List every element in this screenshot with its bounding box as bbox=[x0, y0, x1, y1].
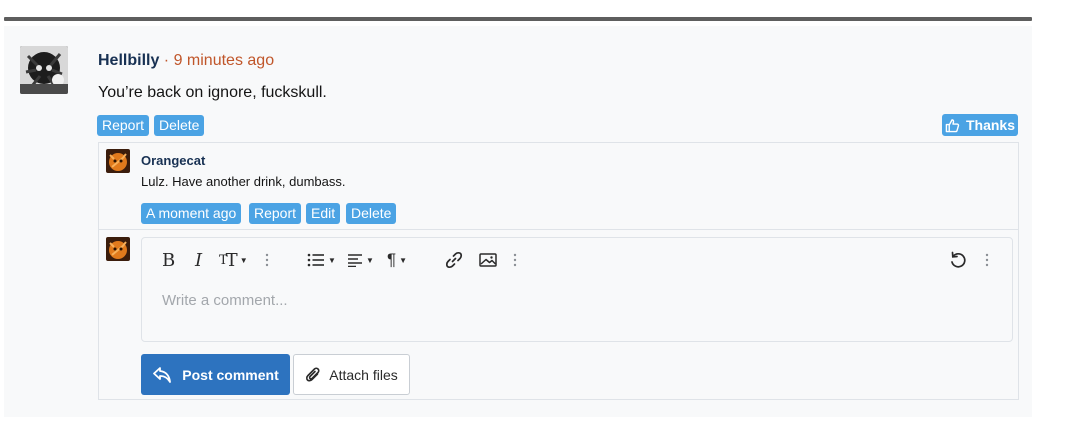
attach-files-button[interactable]: Attach files bbox=[293, 354, 410, 395]
link-icon[interactable] bbox=[445, 250, 463, 270]
thanks-label: Thanks bbox=[965, 117, 1015, 133]
image-icon[interactable] bbox=[479, 250, 497, 270]
report-button[interactable]: Report bbox=[97, 115, 150, 136]
bold-icon[interactable]: B bbox=[162, 250, 175, 271]
attach-files-label: Attach files bbox=[329, 366, 398, 383]
reply-timestamp[interactable]: A moment ago bbox=[141, 203, 242, 224]
chevron-down-icon: ▼ bbox=[399, 255, 408, 265]
reply-arrow-icon bbox=[152, 366, 172, 384]
comment-editor[interactable]: B I TT ▼ ▼ ▼ ¶ ▼ Write a comment... bbox=[141, 237, 1013, 342]
chevron-down-icon: ▼ bbox=[366, 255, 374, 265]
thumbs-up-icon bbox=[945, 118, 960, 133]
post-body: You’re back on ignore, fuckskull. bbox=[98, 84, 327, 101]
more-vertical-icon[interactable] bbox=[512, 250, 518, 270]
align-icon[interactable]: ▼ bbox=[347, 250, 374, 270]
post-comment-label: Post comment bbox=[182, 366, 279, 383]
reply-body: Lulz. Have another drink, dumbass. bbox=[141, 174, 346, 189]
composer-avatar bbox=[106, 237, 130, 261]
divider bbox=[99, 229, 1018, 230]
reply-avatar[interactable] bbox=[106, 149, 130, 173]
paperclip-icon bbox=[305, 366, 321, 384]
undo-icon[interactable] bbox=[949, 250, 967, 270]
post-comment-button[interactable]: Post comment bbox=[141, 354, 290, 395]
more-vertical-icon[interactable] bbox=[984, 250, 990, 270]
chevron-down-icon: ▼ bbox=[328, 255, 336, 265]
username[interactable]: Hellbilly bbox=[98, 52, 159, 69]
reply-delete-button[interactable]: Delete bbox=[346, 203, 397, 224]
thanks-button[interactable]: Thanks bbox=[942, 114, 1018, 136]
reply-report-button[interactable]: Report bbox=[249, 203, 302, 224]
italic-icon[interactable]: I bbox=[195, 250, 202, 271]
reply-username[interactable]: Orangecat bbox=[141, 153, 205, 168]
post-header: Hellbilly · 9 minutes ago bbox=[98, 51, 274, 71]
reply-edit-button[interactable]: Edit bbox=[306, 203, 341, 224]
replies-thread: Orangecat Lulz. Have another drink, dumb… bbox=[98, 142, 1019, 400]
avatar[interactable] bbox=[20, 46, 68, 94]
top-divider bbox=[4, 17, 1032, 21]
chevron-down-icon: ▼ bbox=[239, 255, 248, 265]
timestamp[interactable]: 9 minutes ago bbox=[174, 52, 275, 69]
text-size-icon[interactable]: TT ▼ bbox=[219, 250, 248, 271]
paragraph-icon[interactable]: ¶ ▼ bbox=[387, 250, 407, 270]
more-vertical-icon[interactable] bbox=[264, 250, 270, 270]
separator: · bbox=[159, 52, 174, 69]
comment-input-placeholder[interactable]: Write a comment... bbox=[162, 292, 288, 309]
bulleted-list-icon[interactable]: ▼ bbox=[307, 250, 336, 270]
delete-button[interactable]: Delete bbox=[154, 115, 205, 136]
comment-post: Hellbilly · 9 minutes ago You’re back on… bbox=[4, 26, 1032, 417]
